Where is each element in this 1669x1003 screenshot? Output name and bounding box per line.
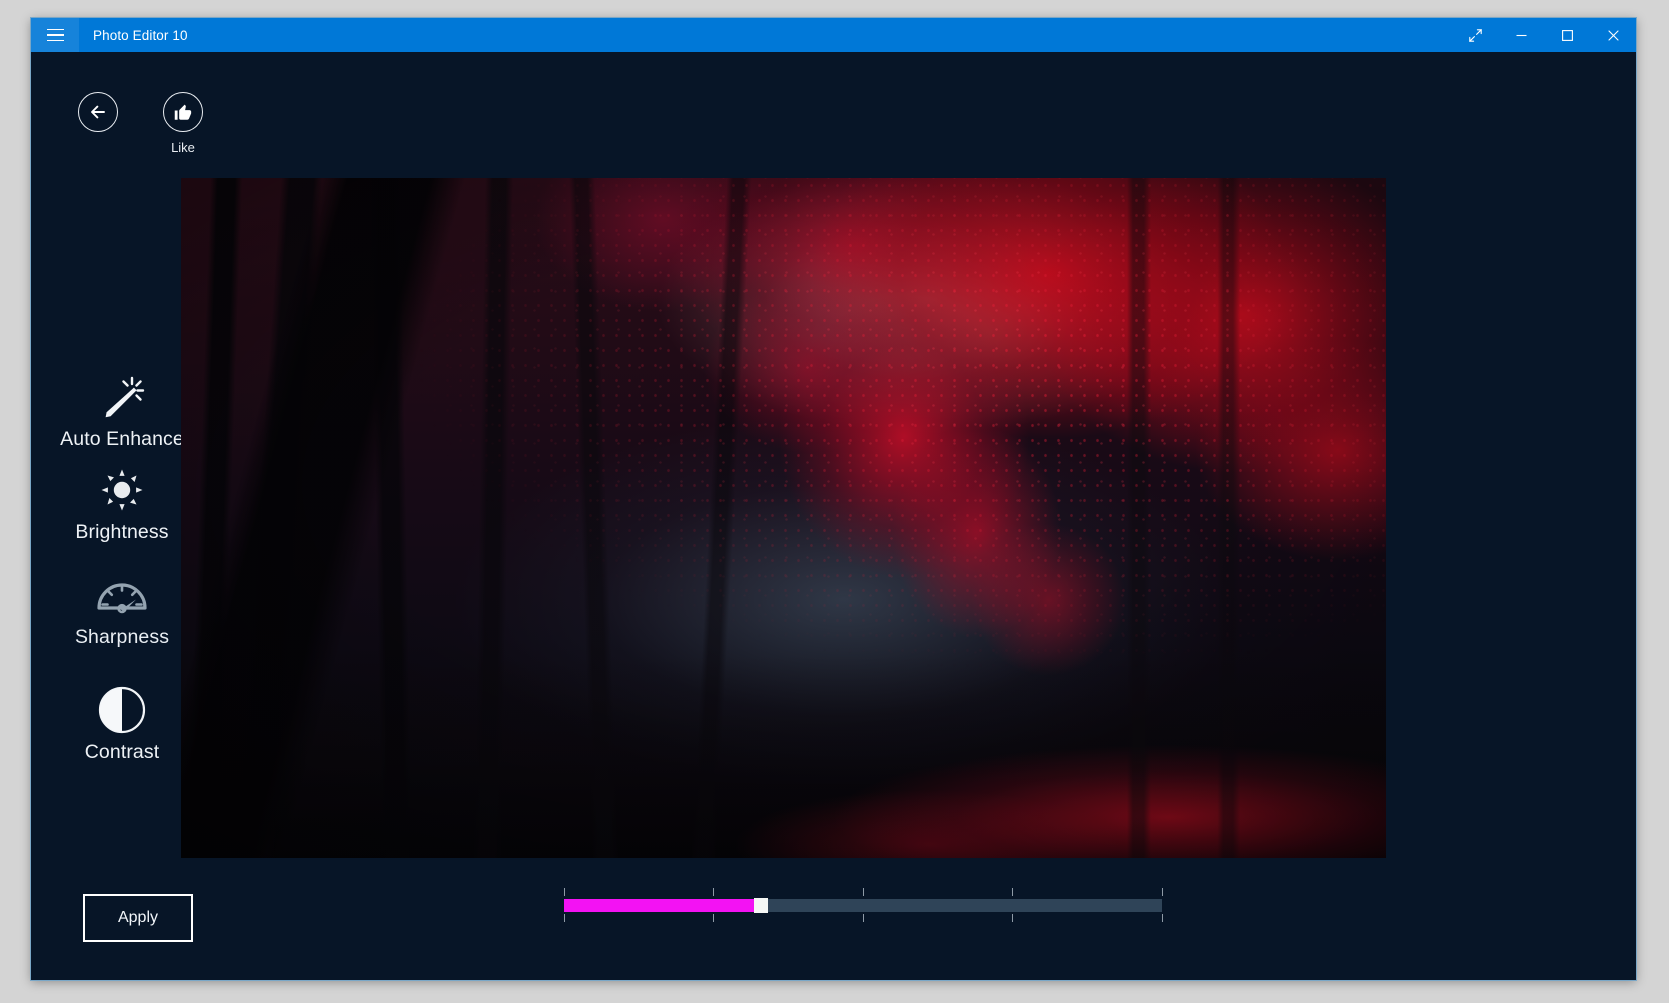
photo-preview[interactable]: [181, 178, 1386, 858]
slider-tick: [563, 914, 565, 922]
photo-editor-window: Photo Editor 10 Like Auto Enhance Bright…: [31, 18, 1636, 980]
back-arrow-icon-wrap: [78, 92, 118, 132]
tool-sharpness-label: Sharpness: [74, 626, 170, 648]
gauge-icon-wrap: [94, 567, 150, 623]
slider-tick: [713, 888, 714, 896]
maximize-button[interactable]: [1544, 18, 1590, 52]
slider-tick: [862, 888, 864, 896]
half-circle-icon-wrap: [94, 682, 150, 738]
like-button-label: Like: [171, 140, 195, 155]
slider-track-wrap[interactable]: [564, 898, 1162, 913]
hamburger-icon: [46, 28, 64, 42]
restore-down-button[interactable]: [1452, 18, 1498, 52]
back-button[interactable]: [78, 92, 118, 132]
app-body: Like Auto Enhance Brightness Sharpness C…: [31, 52, 1636, 980]
slider-thumb[interactable]: [754, 898, 769, 913]
diagonal-arrows-icon: [1468, 28, 1482, 42]
slider-tick: [1161, 914, 1163, 922]
slider-fill: [564, 899, 756, 912]
sun-icon-wrap: [94, 462, 150, 518]
tool-auto-enhance-label: Auto Enhance: [60, 428, 184, 450]
command-bar: Like: [31, 52, 1636, 162]
close-button[interactable]: [1590, 18, 1636, 52]
window-title: Photo Editor 10: [93, 27, 188, 43]
half-circle-icon: [98, 686, 146, 734]
tool-contrast-label: Contrast: [84, 741, 160, 763]
photo-layer-vignette: [181, 178, 1386, 858]
back-arrow-icon: [91, 105, 105, 119]
hamburger-menu-button[interactable]: [31, 18, 79, 52]
adjustment-slider[interactable]: [563, 888, 1163, 922]
slider-tick: [713, 914, 714, 922]
minimize-icon: [1516, 34, 1526, 36]
desktop-background: Photo Editor 10 Like Auto Enhance Bright…: [0, 0, 1669, 1003]
title-bar: Photo Editor 10: [31, 18, 1636, 52]
close-icon: [1607, 29, 1619, 41]
slider-tick: [1012, 914, 1013, 922]
thumbs-up-icon: [174, 104, 192, 120]
maximize-icon: [1561, 29, 1573, 41]
slider-tick: [862, 914, 864, 922]
magic-wand-icon: [105, 376, 145, 418]
tool-brightness-label: Brightness: [75, 521, 169, 543]
gauge-icon: [97, 583, 147, 614]
apply-button[interactable]: Apply: [83, 894, 193, 942]
slider-tick: [1012, 888, 1013, 896]
sun-icon: [101, 469, 143, 511]
slider-tick: [1161, 888, 1163, 896]
like-button[interactable]: Like: [163, 92, 203, 155]
window-controls: [1452, 18, 1636, 52]
magic-wand-icon-wrap: [94, 369, 150, 425]
minimize-button[interactable]: [1498, 18, 1544, 52]
thumbs-up-icon-wrap: [163, 92, 203, 132]
slider-tick: [563, 888, 565, 896]
